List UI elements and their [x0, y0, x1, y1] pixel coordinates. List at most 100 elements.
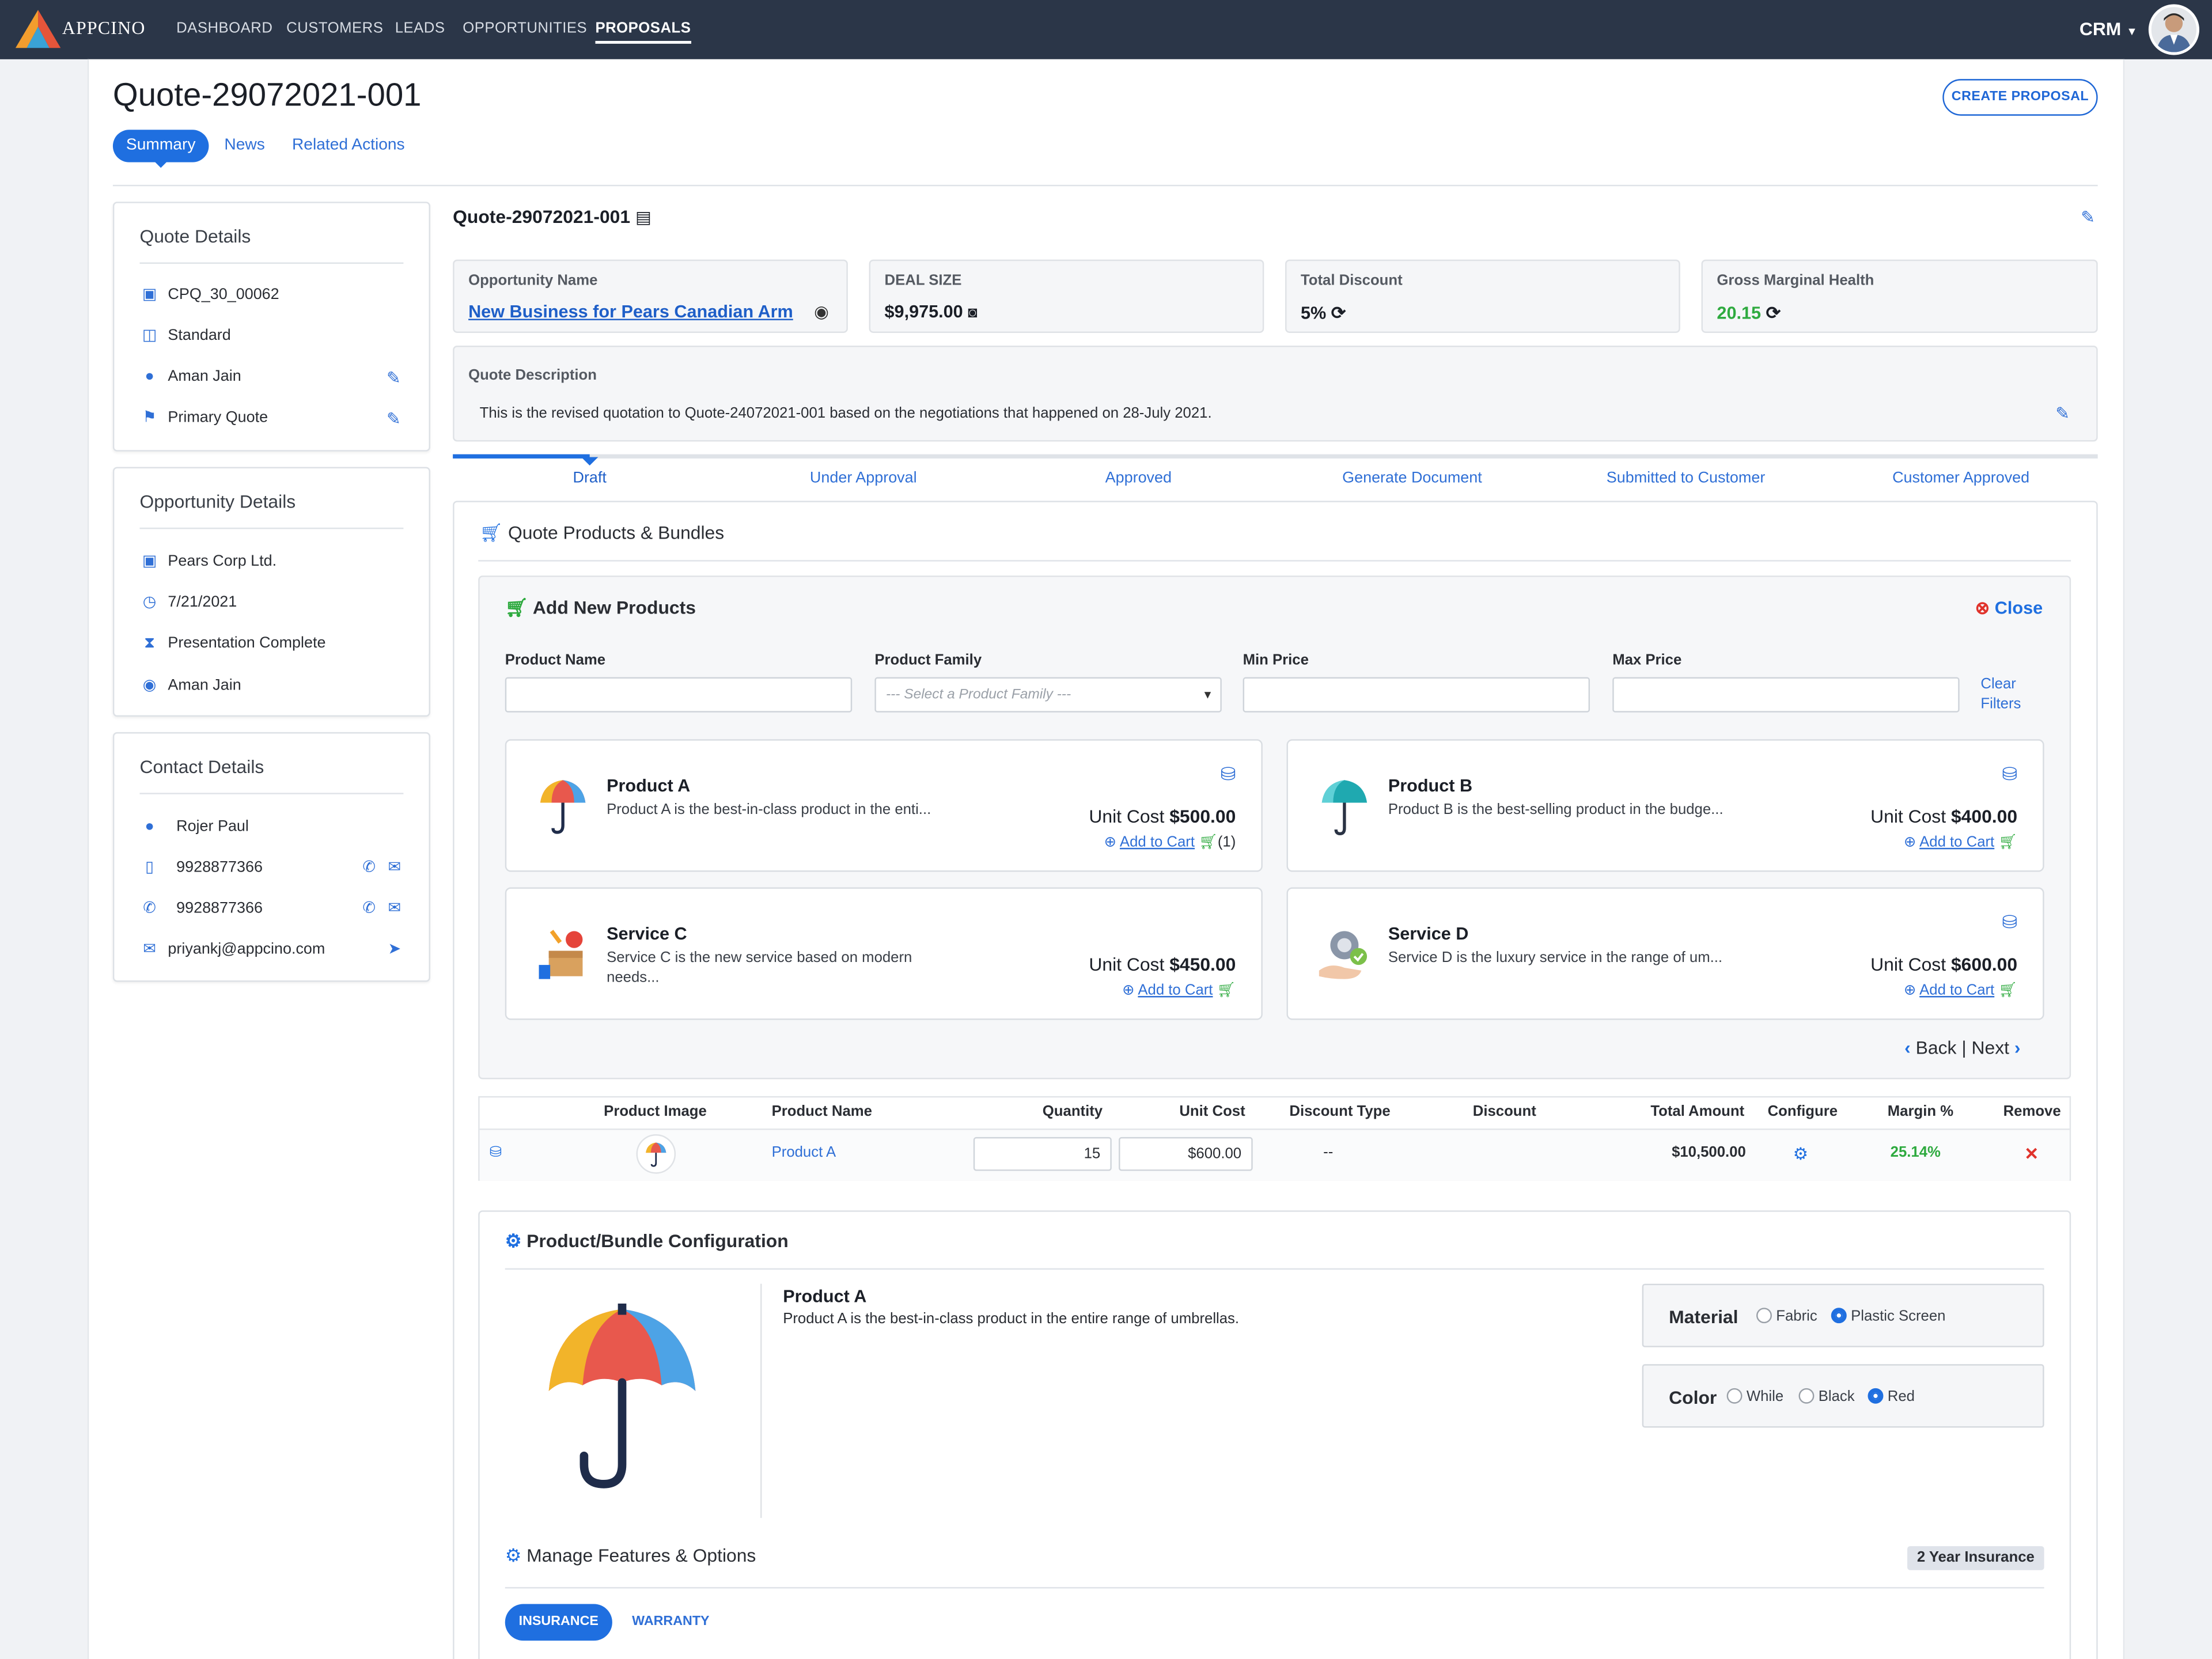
opportunity-owner: ◉ Aman Jain [139, 675, 241, 697]
contact-phone-text: 9928877366 [176, 900, 263, 917]
stage-customer-approved[interactable]: Customer Approved [1848, 470, 2074, 487]
pager-back[interactable]: Back [1916, 1037, 1957, 1058]
clear-filters-link[interactable]: Clear Filters [1980, 675, 2021, 714]
send-email-icon[interactable]: ➤ [388, 940, 401, 957]
add-to-cart-link[interactable]: ⊕ Add to Cart 🛒︎ [1904, 832, 2017, 850]
opportunity-name-text: New Business for Pears Canadian Arm [468, 302, 793, 322]
appcino-logo[interactable] [14, 7, 62, 49]
col-unit-cost: Unit Cost [1179, 1103, 1245, 1120]
stage-generate-document[interactable]: Generate Document [1300, 470, 1525, 487]
nav-opportunities[interactable]: OPPORTUNITIES [463, 20, 587, 36]
radio-label: Fabric [1776, 1308, 1817, 1325]
pager-next[interactable]: Next [1972, 1037, 2009, 1058]
nav-customers[interactable]: CUSTOMERS [286, 20, 383, 36]
stage-submitted-to-customer[interactable]: Submitted to Customer [1573, 470, 1799, 487]
min-price-input[interactable] [1243, 677, 1590, 713]
row-product-image [636, 1134, 676, 1174]
create-proposal-button[interactable]: CREATE PROPOSAL [1942, 79, 2098, 116]
opportunity-owner-text: Aman Jain [168, 677, 241, 694]
nav-dashboard[interactable]: DASHBOARD [176, 20, 272, 36]
product-card[interactable]: Product B Product B is the best-selling … [1286, 739, 2044, 872]
col-product-name: Product Name [771, 1103, 872, 1120]
row-product-name[interactable]: Product A [772, 1144, 836, 1161]
opportunity-date: ◷ 7/21/2021 [139, 591, 237, 613]
edit-primary-icon[interactable]: ✎ [387, 409, 401, 429]
stage-draft[interactable]: Draft [477, 470, 703, 487]
tab-summary[interactable]: Summary [112, 130, 209, 168]
document-icon[interactable]: ▤ [635, 207, 652, 227]
row-total: $10,500.00 [1672, 1144, 1746, 1161]
stage-progress-track [453, 454, 2098, 466]
edit-quote-icon[interactable]: ✎ [2081, 207, 2095, 227]
color-black-radio[interactable]: Black [1798, 1388, 1855, 1405]
edit-owner-icon[interactable]: ✎ [387, 368, 401, 388]
quote-details-card: Quote Details ▣ CPQ_30_00062 ◫ Standard ● A… [112, 202, 430, 452]
product-family-select[interactable]: --- Select a Product Family --- ▼ [874, 677, 1222, 713]
max-price-input[interactable] [1612, 677, 1960, 713]
product-name-input[interactable] [505, 677, 853, 713]
tab-related-actions[interactable]: Related Actions [292, 137, 405, 154]
close-circle-icon: ⊗ [1975, 598, 1990, 618]
edit-description-icon[interactable]: ✎ [2055, 403, 2070, 423]
tab-insurance[interactable]: INSURANCE [505, 1604, 612, 1641]
email-phone-icon[interactable]: ✉ [388, 899, 401, 916]
add-to-cart-link[interactable]: ⊕ Add to Cart 🛒︎ [1122, 980, 1236, 999]
color-red-radio[interactable]: Red [1868, 1388, 1915, 1405]
opportunity-name-label: Opportunity Name [468, 272, 598, 290]
refresh-icon[interactable]: ⟳ [1331, 304, 1346, 323]
features-title: Manage Features & Options [527, 1544, 756, 1566]
material-plastic-radio[interactable]: Plastic Screen [1831, 1308, 1945, 1325]
unit-cost-input[interactable]: $600.00 [1119, 1137, 1253, 1171]
umbrella-large-image [548, 1303, 696, 1488]
call-mobile-icon[interactable]: ✆ [362, 858, 376, 876]
refresh-icon[interactable]: ⟳ [1766, 304, 1781, 323]
chevron-right-icon[interactable]: › [2014, 1037, 2021, 1058]
config-product-name: Product A [783, 1286, 867, 1306]
product-card[interactable]: Service D Service D is the luxury servic… [1286, 887, 2044, 1020]
col-discount-type: Discount Type [1289, 1103, 1391, 1120]
product-name: Service D [1388, 924, 1469, 944]
id-card-icon: ▣ [142, 286, 157, 304]
database-icon: ⛁ [1220, 763, 1236, 785]
unit-cost: Unit Cost $400.00 [1870, 805, 2017, 827]
total-discount-text: 5% [1300, 303, 1327, 323]
contact-name: ● Rojer Paul [139, 816, 248, 838]
col-quantity: Quantity [1042, 1103, 1103, 1120]
quantity-input[interactable]: 15 [973, 1137, 1112, 1171]
bundle-configuration-panel [478, 1210, 2071, 1659]
nav-leads[interactable]: LEADS [395, 20, 445, 36]
tab-news[interactable]: News [224, 137, 264, 154]
configure-gears-icon[interactable]: ⚙ [1793, 1144, 1808, 1164]
radio-label: While [1746, 1388, 1784, 1406]
tab-warranty[interactable]: WARRANTY [632, 1614, 709, 1630]
material-option-box: Material Fabric Plastic Screen [1642, 1283, 2044, 1347]
opportunity-date-text: 7/21/2021 [168, 594, 237, 611]
quote-products-title: Quote Products & Bundles [507, 522, 725, 543]
card-heading: Quote Details [139, 225, 251, 247]
nav-proposals[interactable]: PROPOSALS [595, 20, 691, 44]
product-card[interactable]: Service C Service C is the new service b… [505, 887, 1263, 1020]
stage-under-approval[interactable]: Under Approval [751, 470, 976, 487]
user-avatar[interactable] [2148, 4, 2199, 55]
add-to-cart-link[interactable]: ⊕ Add to Cart 🛒︎ [1904, 980, 2017, 999]
product-card[interactable]: Product A Product A is the best-in-class… [505, 739, 1263, 872]
color-white-radio[interactable]: While [1726, 1388, 1784, 1406]
stage-approved[interactable]: Approved [1025, 470, 1251, 487]
app-switcher[interactable]: CRM ▼ [2080, 18, 2138, 40]
material-fabric-radio[interactable]: Fabric [1756, 1308, 1817, 1325]
email-mobile-icon[interactable]: ✉ [388, 858, 401, 876]
eye-icon[interactable]: ◉ [814, 302, 829, 321]
add-to-cart-link[interactable]: ⊕ Add to Cart 🛒︎(1) [1104, 832, 1236, 850]
opportunity-details-card: Opportunity Details ▣ Pears Corp Ltd. ◷ 7/… [112, 467, 430, 717]
contact-phone: ✆ 9928877366 [139, 897, 263, 920]
call-phone-icon[interactable]: ✆ [362, 899, 376, 916]
close-button[interactable]: ⊗ Close [1975, 597, 2043, 618]
quote-id-text: CPQ_30_00062 [168, 286, 279, 304]
opportunity-name-link[interactable]: New Business for Pears Canadian Arm [468, 302, 793, 321]
configuration-title: Product/Bundle Configuration [527, 1230, 789, 1252]
remove-icon[interactable]: ✕ [2024, 1144, 2039, 1164]
gear-icon: ⚙ [505, 1544, 522, 1566]
contact-mobile-text: 9928877366 [176, 859, 263, 876]
divider [139, 793, 404, 794]
chevron-left-icon[interactable]: ‹ [1904, 1037, 1911, 1058]
